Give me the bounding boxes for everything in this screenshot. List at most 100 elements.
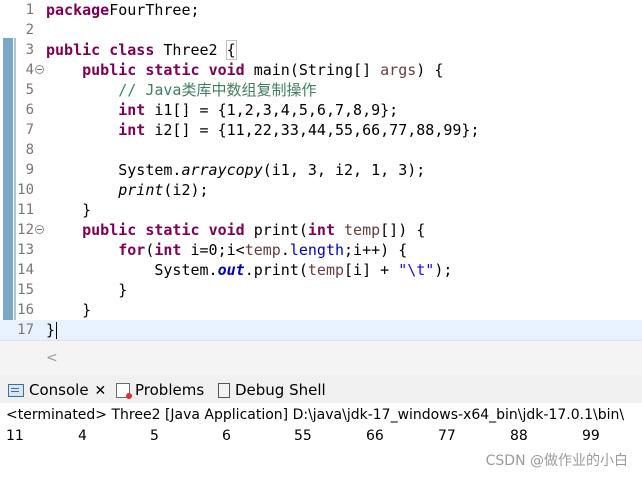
code-line[interactable]: 15 } bbox=[0, 280, 642, 300]
code-token: i=0;i< bbox=[181, 241, 245, 259]
code-token: System. bbox=[46, 161, 182, 179]
code-text: print(i2); bbox=[46, 180, 209, 200]
scroll-left-arrow-icon[interactable]: < bbox=[46, 350, 58, 366]
code-line[interactable]: 8 bbox=[0, 140, 642, 160]
code-line[interactable]: 5 // Java类库中数组复制操作 bbox=[0, 80, 642, 100]
line-number: 3 bbox=[25, 42, 34, 58]
code-line[interactable]: 11 } bbox=[0, 200, 642, 220]
code-token: temp bbox=[244, 241, 281, 259]
code-token: []) { bbox=[380, 221, 426, 239]
code-line[interactable]: 14 System.out.print(temp[i] + "\t"); bbox=[0, 260, 642, 280]
code-text: } bbox=[46, 200, 91, 220]
code-text: } bbox=[46, 300, 91, 320]
code-line[interactable]: 4 public static void main(String[] args)… bbox=[0, 60, 642, 80]
console-status: <terminated> Three2 [Java Application] D… bbox=[6, 407, 625, 423]
code-token: int bbox=[307, 221, 335, 239]
horizontal-scrollbar[interactable]: < bbox=[0, 340, 642, 375]
code-text: } bbox=[46, 280, 127, 300]
line-number: 15 bbox=[17, 282, 34, 298]
line-number: 7 bbox=[25, 122, 34, 138]
code-token: public bbox=[82, 61, 137, 79]
code-line[interactable]: 7 int i2[] = {11,22,33,44,55,66,77,88,99… bbox=[0, 120, 642, 140]
code-line[interactable]: 9 System.arraycopy(i1, 3, i2, 1, 3); bbox=[0, 160, 642, 180]
code-text: for(int i=0;i<temp.length;i++) { bbox=[46, 240, 407, 260]
code-text: int i2[] = {11,22,33,44,55,66,77,88,99}; bbox=[46, 120, 479, 140]
code-token: arraycopy bbox=[181, 161, 263, 179]
code-token: class bbox=[109, 41, 155, 59]
watermark: CSDN @做作业的小白 bbox=[485, 453, 628, 469]
code-line[interactable]: 13 for(int i=0;i<temp.length;i++) { bbox=[0, 240, 642, 260]
fold-toggle-icon[interactable] bbox=[35, 65, 44, 74]
output-value: 4 bbox=[78, 428, 87, 444]
code-line[interactable]: 17} bbox=[0, 320, 642, 340]
line-number: 6 bbox=[25, 102, 34, 118]
line-number: 10 bbox=[17, 182, 34, 198]
code-text: public static void main(String[] args) { bbox=[46, 60, 443, 80]
code-token: } bbox=[46, 281, 128, 299]
line-number: 16 bbox=[17, 302, 34, 318]
output-value: 99 bbox=[582, 428, 600, 444]
output-value: 11 bbox=[6, 428, 24, 444]
tab-console[interactable]: Console ✕ bbox=[8, 380, 106, 400]
code-token: "\t" bbox=[398, 261, 435, 279]
code-token: { bbox=[225, 40, 237, 60]
line-number: 8 bbox=[25, 142, 34, 158]
code-token: static bbox=[145, 221, 200, 239]
code-token: [i] + bbox=[344, 261, 399, 279]
close-icon[interactable]: ✕ bbox=[95, 383, 107, 399]
code-text: int i1[] = {1,2,3,4,5,6,7,8,9}; bbox=[46, 100, 398, 120]
code-token: .print( bbox=[244, 261, 308, 279]
code-line[interactable]: 2 bbox=[0, 20, 642, 40]
code-token: } bbox=[46, 301, 92, 319]
tab-debug-shell-label: Debug Shell bbox=[235, 381, 326, 399]
code-line[interactable]: 6 int i1[] = {1,2,3,4,5,6,7,8,9}; bbox=[0, 100, 642, 120]
output-value: 66 bbox=[366, 428, 384, 444]
code-token: i1[] = {1,2,3,4,5,6,7,8,9}; bbox=[145, 101, 399, 119]
output-value: 55 bbox=[294, 428, 312, 444]
code-line[interactable]: 12 public static void print(int temp[]) … bbox=[0, 220, 642, 240]
fold-toggle-icon[interactable] bbox=[35, 225, 44, 234]
console-output[interactable]: 11 4 5 6 55 66 77 88 99 bbox=[0, 426, 642, 446]
code-token: i2[] = {11,22,33,44,55,66,77,88,99}; bbox=[145, 121, 480, 139]
code-token: void bbox=[208, 221, 245, 239]
problems-icon bbox=[116, 383, 132, 399]
code-token: ); bbox=[434, 261, 453, 279]
tab-problems-label: Problems bbox=[135, 381, 205, 399]
code-token: int bbox=[118, 121, 146, 139]
output-value: 5 bbox=[150, 428, 159, 444]
code-line[interactable]: 10 print(i2); bbox=[0, 180, 642, 200]
code-token: (i1, 3, i2, 1, 3); bbox=[262, 161, 426, 179]
line-number: 17 bbox=[17, 322, 34, 338]
code-token: (i2); bbox=[163, 181, 209, 199]
text-caret bbox=[56, 322, 58, 339]
code-editor[interactable]: 1 packageFourThree; 2 3 public class Three2 … bbox=[0, 0, 642, 340]
code-token: args bbox=[380, 61, 417, 79]
code-token: FourThree; bbox=[109, 1, 200, 19]
output-value: 77 bbox=[438, 428, 456, 444]
console-view-tabbar: Console ✕ Problems Debug Shell bbox=[0, 375, 642, 403]
code-text: System.out.print(temp[i] + "\t"); bbox=[46, 260, 452, 280]
code-token: void bbox=[208, 61, 245, 79]
tab-debug-shell[interactable]: Debug Shell bbox=[218, 380, 326, 400]
code-token: static bbox=[145, 61, 200, 79]
line-number: 1 bbox=[25, 2, 34, 18]
tab-problems[interactable]: Problems bbox=[116, 380, 204, 400]
code-line[interactable]: 3 public class Three2 { bbox=[0, 40, 642, 60]
output-value: 88 bbox=[510, 428, 528, 444]
line-number: 4 bbox=[25, 62, 34, 78]
code-token: public bbox=[82, 221, 137, 239]
code-text: System.arraycopy(i1, 3, i2, 1, 3); bbox=[46, 160, 425, 180]
code-line[interactable]: 1 packageFourThree; bbox=[0, 0, 642, 20]
code-text: public class Three2 { bbox=[46, 40, 237, 60]
code-token: main(String[] bbox=[244, 61, 381, 79]
code-token: ;i++) { bbox=[344, 241, 408, 259]
code-line[interactable]: 16 } bbox=[0, 300, 642, 320]
console-icon bbox=[8, 384, 24, 397]
code-text: // Java类库中数组复制操作 bbox=[46, 80, 316, 100]
